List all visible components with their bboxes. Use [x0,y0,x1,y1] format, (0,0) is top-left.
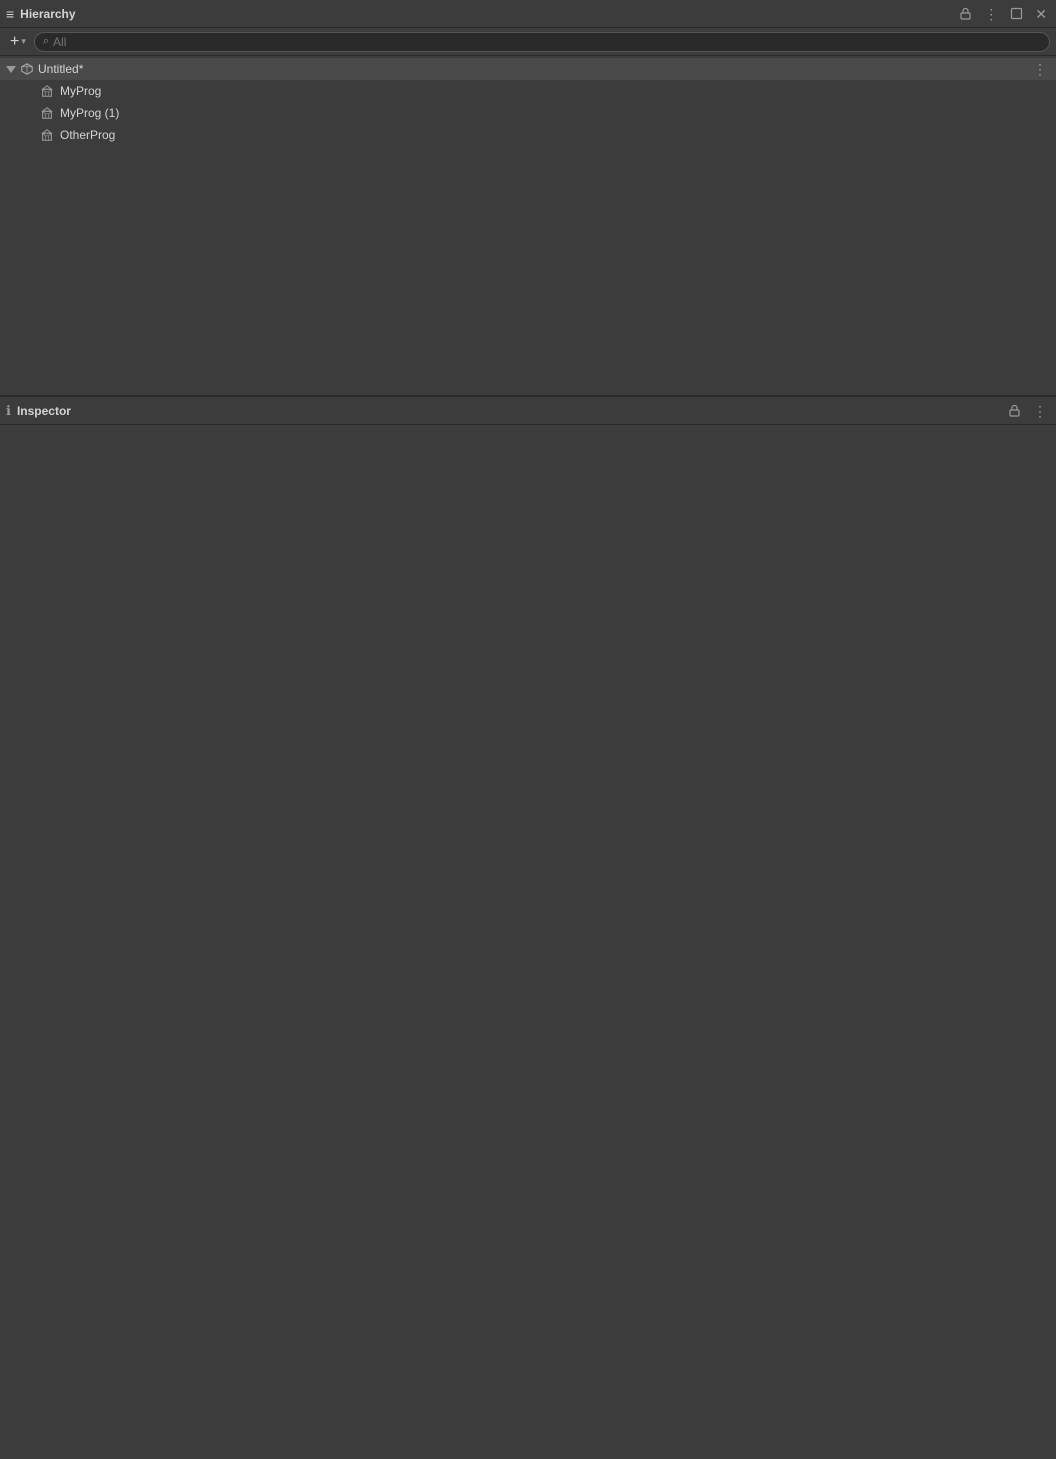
scene-left: Untitled* [6,62,83,76]
search-box[interactable]: ⌕ [34,32,1050,52]
game-object-name: MyProg [60,84,101,98]
inspector-more-button[interactable]: ⋮ [1030,402,1050,420]
hierarchy-toolbar: + ▾ ⌕ [0,28,1056,56]
inspector-body [0,425,1056,1459]
plus-icon: + [10,33,19,51]
game-object-name: OtherProg [60,128,115,142]
more-options-button[interactable]: ⋮ [981,5,1001,23]
three-dots-icon: ⋮ [984,7,998,21]
inspector-right: ⋮ [1005,402,1050,420]
inspector-lock-button[interactable] [1005,402,1024,419]
hierarchy-list: Untitled* ⋮ MyProg [0,56,1056,395]
cube-icon [40,106,54,120]
cube-icon [40,84,54,98]
game-object-row[interactable]: MyProg [0,80,1056,102]
expand-icon [6,66,16,73]
scene-name: Untitled* [38,62,83,76]
three-dots-icon: ⋮ [1033,404,1047,418]
info-icon: ℹ [6,403,11,419]
scene-row[interactable]: Untitled* ⋮ [0,58,1056,80]
hamburger-icon: ≡ [6,6,14,22]
scene-more-icon[interactable]: ⋮ [1030,61,1050,78]
close-icon: ✕ [1035,7,1047,21]
chevron-down-icon: ▾ [21,36,26,47]
game-object-row[interactable]: MyProg (1) [0,102,1056,124]
scene-icon [20,62,34,76]
inspector-titlebar: ℹ Inspector ⋮ [0,397,1056,425]
inspector-panel: ℹ Inspector ⋮ [0,395,1056,1459]
inspector-title: Inspector [17,404,71,418]
lock-button[interactable] [956,5,975,22]
game-object-name: MyProg (1) [60,106,119,120]
search-input[interactable] [53,35,1041,49]
hierarchy-titlebar: ≡ Hierarchy ⋮ [0,0,1056,28]
search-icon: ⌕ [43,35,49,48]
cube-icon [40,128,54,142]
minimize-button[interactable] [1007,5,1026,22]
titlebar-left: ≡ Hierarchy [6,6,76,22]
add-button[interactable]: + ▾ [6,31,30,53]
inspector-left: ℹ Inspector [6,403,71,419]
titlebar-right: ⋮ ✕ [956,5,1050,23]
hierarchy-panel: ≡ Hierarchy ⋮ [0,0,1056,395]
close-button[interactable]: ✕ [1032,5,1050,23]
hierarchy-title: Hierarchy [20,7,75,21]
game-object-row[interactable]: OtherProg [0,124,1056,146]
